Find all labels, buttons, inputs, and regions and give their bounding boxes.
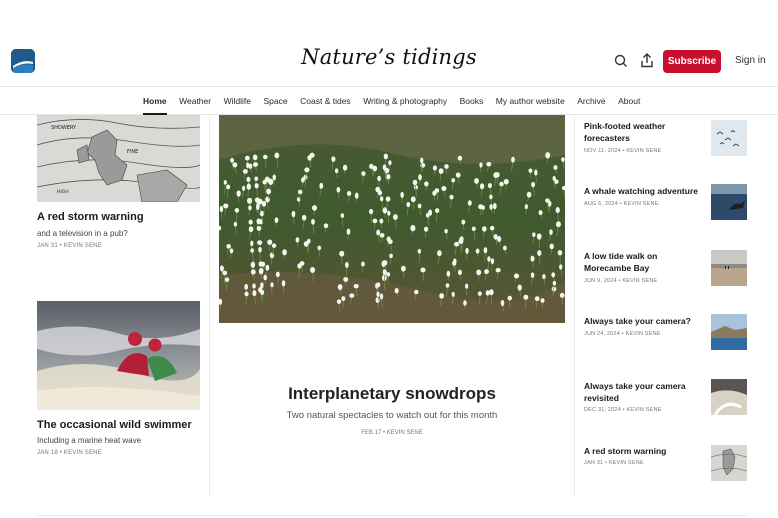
right-item-meta: NOV 11, 2024 • KEVIN SENE <box>584 148 662 154</box>
nav-item-archive[interactable]: Archive <box>577 96 605 106</box>
storm-map-thumbnail[interactable] <box>711 445 747 481</box>
svg-text:SHOWERY: SHOWERY <box>51 125 77 131</box>
search-icon[interactable] <box>613 53 629 69</box>
subscribe-button[interactable]: Subscribe <box>663 50 721 73</box>
right-item-title[interactable]: A red storm warning <box>584 446 704 458</box>
left-card-meta: JAN 18 • KEVIN SENE <box>37 450 102 456</box>
main-nav: Home Weather Wildlife Space Coast & tide… <box>0 87 778 115</box>
nav-item-about[interactable]: About <box>618 96 640 106</box>
right-item-title[interactable]: Pink-footed weather forecasters <box>584 121 704 144</box>
svg-text:FINE: FINE <box>127 149 138 155</box>
left-card-subtitle: and a television in a pub? <box>37 229 128 238</box>
featured-title[interactable]: Interplanetary snowdrops <box>219 384 565 404</box>
geese-thumbnail[interactable] <box>711 120 747 156</box>
whale-thumbnail[interactable] <box>711 184 747 220</box>
right-item-title[interactable]: Always take your camera? <box>584 316 704 328</box>
nav-item-wildlife[interactable]: Wildlife <box>224 96 251 106</box>
nav-item-writing-photography[interactable]: Writing & photography <box>363 96 447 106</box>
right-item-title[interactable]: A whale watching adventure <box>584 186 704 198</box>
wild-swimmer-image[interactable] <box>37 301 200 410</box>
right-item-title[interactable]: Always take your camera revisited <box>584 381 704 404</box>
column-divider <box>574 115 575 497</box>
left-card-meta: JAN 31 • KEVIN SENE <box>37 243 102 249</box>
right-item-meta: JUN 24, 2024 • KEVIN SENE <box>584 331 661 337</box>
nav-item-space[interactable]: Space <box>264 96 288 106</box>
footer-divider <box>37 515 747 516</box>
site-header: Nature’s tidings Subscribe Sign in <box>0 0 778 87</box>
weather-map-image[interactable]: SHOWERY FINE HIGH <box>37 115 200 202</box>
nav-item-coast-tides[interactable]: Coast & tides <box>300 96 351 106</box>
right-item-title[interactable]: A low tide walk on Morecambe Bay <box>584 251 704 274</box>
camera-revisited-thumbnail[interactable] <box>711 379 747 415</box>
right-item-meta: JUN 9, 2024 • KEVIN SENE <box>584 278 658 284</box>
featured-meta: FEB 17 • KEVIN SENE <box>361 430 423 436</box>
nav-item-author-website[interactable]: My author website <box>496 96 565 106</box>
column-divider <box>209 115 210 497</box>
nav-item-home[interactable]: Home <box>143 96 167 115</box>
camera-coast-thumbnail[interactable] <box>711 314 747 350</box>
share-icon[interactable] <box>639 52 655 69</box>
right-item-meta: JAN 31 • KEVIN SENE <box>584 460 644 466</box>
left-card-title[interactable]: The occasional wild swimmer <box>37 419 192 431</box>
nav-item-weather[interactable]: Weather <box>179 96 211 106</box>
site-title[interactable]: Nature’s tidings <box>0 45 778 69</box>
morecambe-bay-thumbnail[interactable] <box>711 250 747 286</box>
signin-link[interactable]: Sign in <box>735 55 766 66</box>
snowdrops-image[interactable] <box>219 115 565 323</box>
right-item-meta: DEC 31, 2024 • KEVIN SENE <box>584 407 662 413</box>
nav-item-books[interactable]: Books <box>460 96 484 106</box>
svg-text:HIGH: HIGH <box>57 189 69 195</box>
left-card-title[interactable]: A red storm warning <box>37 211 144 223</box>
left-card-subtitle: Including a marine heat wave <box>37 436 142 445</box>
right-item-meta: AUG 6, 2024 • KEVIN SENE <box>584 201 659 207</box>
featured-subtitle: Two natural spectacles to watch out for … <box>286 410 498 421</box>
